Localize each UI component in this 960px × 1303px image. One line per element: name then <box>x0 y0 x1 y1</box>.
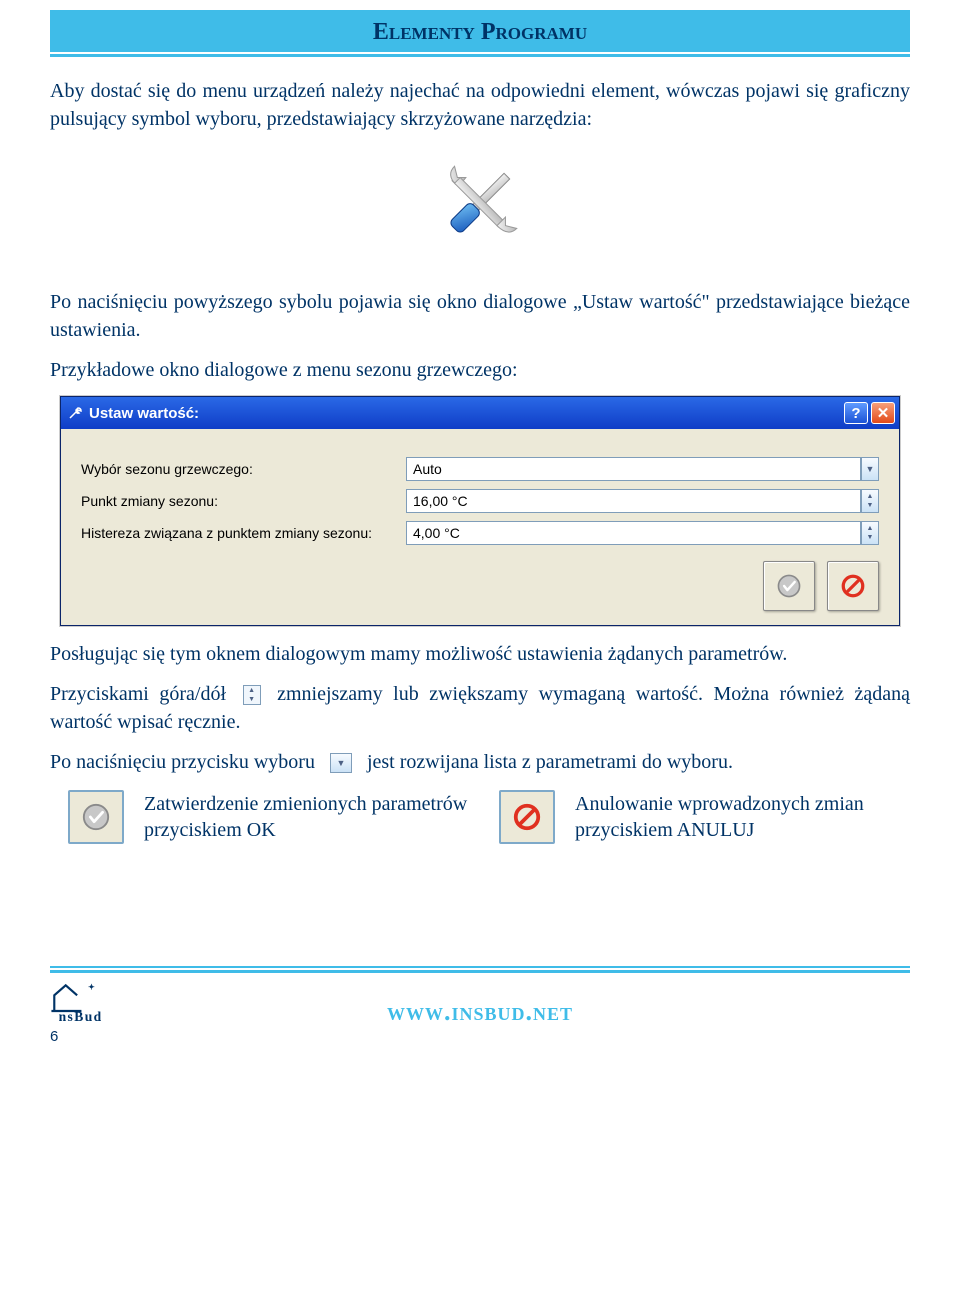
logo: nsBud 6 <box>50 979 160 1045</box>
spinner-icon: ▲▼ <box>243 685 261 705</box>
paragraph: Aby dostać się do menu urządzeń należy n… <box>50 77 910 133</box>
dialog-row: Punkt zmiany sezonu: 16,00 °C ▲▼ <box>81 489 879 513</box>
hysteresis-input[interactable]: 4,00 °C <box>406 521 861 545</box>
field-label: Wybór sezonu grzewczego: <box>81 461 406 477</box>
cancel-button <box>499 790 555 844</box>
spinner-icon[interactable]: ▲▼ <box>861 521 879 545</box>
footer-url: www.insbud.net <box>160 997 800 1027</box>
paragraph: Przykładowe okno dialogowe z menu sezonu… <box>50 356 910 384</box>
dialog-title: Ustaw wartość: <box>89 405 199 422</box>
paragraph: Po naciśnięciu powyższego sybolu pojawia… <box>50 288 910 344</box>
wrench-icon <box>67 405 83 421</box>
legend-text: Anulowanie wprowadzonych zmian przyciski… <box>575 791 910 843</box>
titlebar: Ustaw wartość: ? ✕ <box>61 397 899 429</box>
rule <box>50 970 910 973</box>
close-button[interactable]: ✕ <box>871 402 895 424</box>
ok-button <box>68 790 124 844</box>
rule <box>50 54 910 57</box>
spinner-icon[interactable]: ▲▼ <box>861 489 879 513</box>
field-label: Punkt zmiany sezonu: <box>81 493 406 509</box>
chevron-down-icon[interactable]: ▼ <box>861 457 879 481</box>
ok-button[interactable] <box>763 561 815 611</box>
paragraph: Po naciśnięciu przycisku wyboru ▼ jest r… <box>50 748 910 776</box>
season-dropdown[interactable]: Auto <box>406 457 861 481</box>
text: Po naciśnięciu przycisku wyboru <box>50 751 315 773</box>
paragraph: Posługując się tym oknem dialogowym mamy… <box>50 640 910 668</box>
cancel-icon <box>512 802 542 832</box>
help-button[interactable]: ? <box>844 402 868 424</box>
legend-text: Zatwierdzenie zmienionych parametrów prz… <box>144 791 479 843</box>
field-label: Histereza związana z punktem zmiany sezo… <box>81 525 406 541</box>
chevron-down-icon: ▼ <box>330 753 352 773</box>
text: Przyciskami góra/dół <box>50 683 226 705</box>
svg-text:nsBud: nsBud <box>59 1009 103 1023</box>
dialog-row: Histereza związana z punktem zmiany sezo… <box>81 521 879 545</box>
footer: nsBud 6 www.insbud.net <box>50 975 910 1045</box>
paragraph: Przyciskami góra/dół ▲▼ zmniejszamy lub … <box>50 680 910 736</box>
season-change-point-input[interactable]: 16,00 °C <box>406 489 861 513</box>
check-icon <box>776 573 802 599</box>
section-title: Elementy Programu <box>50 10 910 52</box>
dialog-row: Wybór sezonu grzewczego: Auto ▼ <box>81 457 879 481</box>
check-icon <box>81 802 111 832</box>
legend-item: Zatwierdzenie zmienionych parametrów prz… <box>68 790 910 844</box>
cancel-button[interactable] <box>827 561 879 611</box>
dialog-window: Ustaw wartość: ? ✕ Wybór sezonu grzewcze… <box>60 396 900 626</box>
tools-icon <box>50 153 910 258</box>
cancel-icon <box>840 573 866 599</box>
rule <box>50 966 910 968</box>
text: jest rozwijana lista z parametrami do wy… <box>367 751 733 773</box>
page-number: 6 <box>50 1028 90 1045</box>
